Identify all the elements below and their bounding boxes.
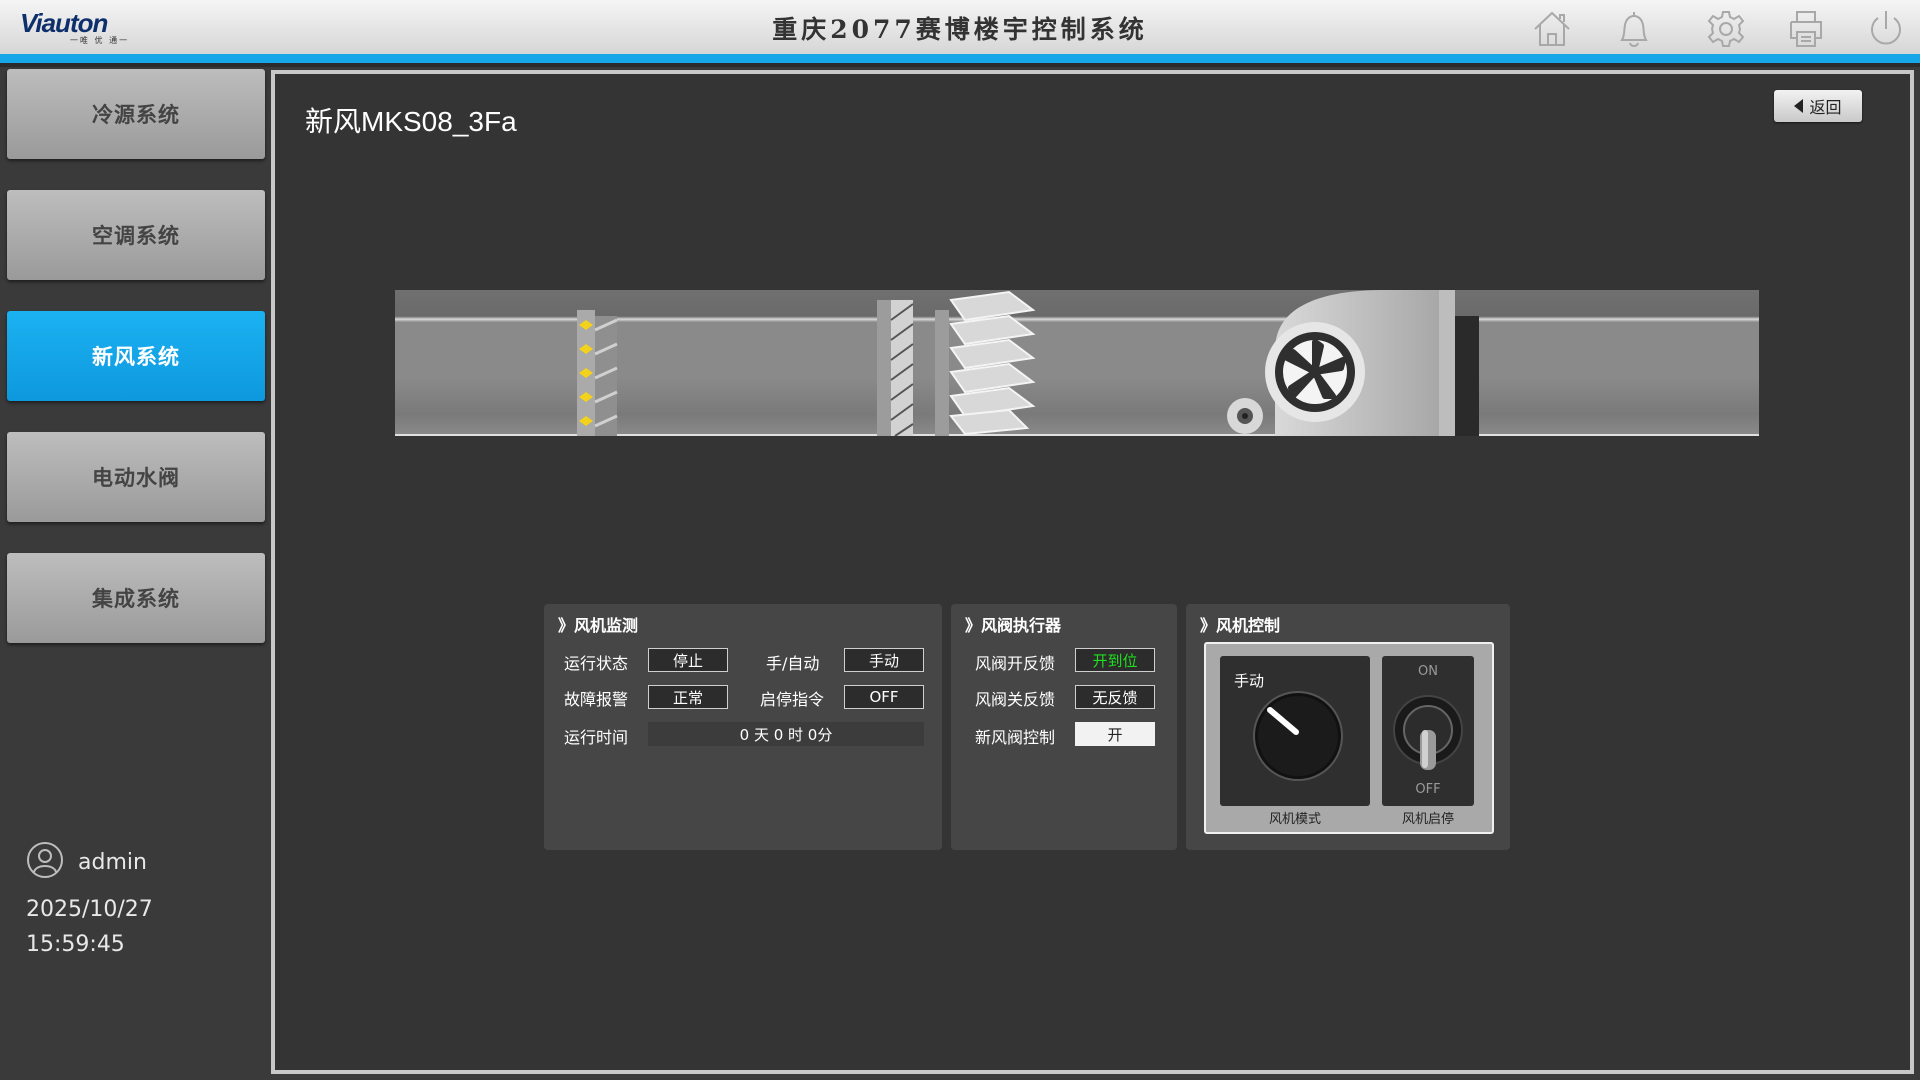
sidebar: 冷源系统 空调系统 新风系统 电动水阀 集成系统 admin 2025/10/2…	[0, 67, 268, 1080]
sidebar-item-label: 冷源系统	[92, 102, 180, 127]
gear-icon[interactable]	[1704, 7, 1748, 51]
filter-section	[577, 310, 618, 436]
main-content: 新风MKS08_3Fa 返回 》风机监测 运行状态 停止 手/自动 手动 故障报…	[271, 70, 1914, 1074]
sidebar-item-integration[interactable]: 集成系统	[7, 553, 265, 643]
damper-close-feedback-label: 风阀关反馈	[975, 690, 1056, 709]
current-date: 2025/10/27	[26, 897, 153, 922]
sidebar-item-label: 集成系统	[92, 586, 180, 611]
sidebar-item-electric-valve[interactable]: 电动水阀	[7, 432, 265, 522]
damper-control-label: 新风阀控制	[975, 728, 1056, 747]
start-stop-cmd-value: OFF	[844, 685, 924, 709]
fan-start-stop-switch-box[interactable]: ON OFF	[1382, 656, 1474, 806]
fault-alarm-label: 故障报警	[564, 690, 629, 709]
mode-label: 手/自动	[766, 654, 820, 673]
page-title: 新风MKS08_3Fa	[305, 106, 517, 137]
fan-mode-caption: 风机模式	[1268, 812, 1321, 827]
back-arrow-icon	[1794, 99, 1804, 113]
sidebar-item-label: 新风系统	[92, 344, 180, 369]
fan-monitor-panel: 》风机监测 运行状态 停止 手/自动 手动 故障报警 正常 启停指令 OFF 运…	[544, 604, 942, 850]
toggle-switch-icon[interactable]	[1392, 694, 1464, 774]
user-info: admin 2025/10/27 15:59:45	[26, 841, 256, 957]
damper-open-feedback-value: 开到位	[1075, 648, 1155, 672]
username: admin	[78, 849, 147, 875]
home-icon[interactable]	[1530, 7, 1574, 51]
rotary-knob-icon[interactable]	[1250, 688, 1346, 784]
damper-actuator-title: 》风阀执行器	[965, 616, 1062, 635]
current-time: 15:59:45	[26, 932, 125, 957]
fan-control-frame: 手动 风机模式 ON OFF 风机启停	[1204, 642, 1494, 834]
damper-open-feedback-label: 风阀开反馈	[975, 654, 1056, 673]
fan-control-title: 》风机控制	[1200, 616, 1281, 635]
switch-off-label: OFF	[1415, 782, 1441, 797]
sidebar-item-label: 电动水阀	[92, 465, 180, 490]
damper-actuator-panel: 》风阀执行器 风阀开反馈 开到位 风阀关反馈 无反馈 新风阀控制 开	[951, 604, 1177, 850]
coil-section	[877, 300, 949, 436]
fan-mode-knob-box[interactable]: 手动	[1220, 656, 1370, 806]
start-stop-cmd-label: 启停指令	[760, 690, 825, 709]
run-status-value: 停止	[648, 648, 728, 672]
user-icon	[26, 841, 64, 883]
switch-on-label: ON	[1418, 664, 1438, 679]
runtime-label: 运行时间	[564, 728, 629, 747]
sidebar-item-fresh-air[interactable]: 新风系统	[7, 311, 265, 401]
header-accent-stripe	[0, 54, 1920, 63]
app-header: Viauton 一唯 优 通一 重庆2077赛博楼宇控制系统	[0, 0, 1920, 55]
runtime-value: 0 天 0 时 0分	[648, 722, 924, 746]
back-button[interactable]: 返回	[1774, 90, 1862, 122]
fresh-air-unit-diagram	[395, 290, 1759, 436]
printer-icon[interactable]	[1784, 7, 1828, 51]
run-status-label: 运行状态	[564, 654, 629, 673]
header-divider	[0, 63, 1920, 67]
fan-control-panel: 》风机控制 手动 风机模式 ON OFF 风机启停	[1186, 604, 1510, 850]
sidebar-item-cooling-source[interactable]: 冷源系统	[7, 69, 265, 159]
damper-control-button[interactable]: 开	[1075, 722, 1155, 746]
fault-alarm-value: 正常	[648, 685, 728, 709]
power-icon[interactable]	[1864, 7, 1908, 51]
sidebar-item-air-conditioning[interactable]: 空调系统	[7, 190, 265, 280]
damper-close-feedback-value: 无反馈	[1075, 685, 1155, 709]
fan-monitor-title: 》风机监测	[558, 616, 639, 635]
sidebar-item-label: 空调系统	[92, 223, 180, 248]
back-button-label: 返回	[1809, 98, 1842, 117]
bell-icon[interactable]	[1612, 7, 1656, 51]
mode-value: 手动	[844, 648, 924, 672]
fan-start-stop-caption: 风机启停	[1401, 812, 1454, 827]
